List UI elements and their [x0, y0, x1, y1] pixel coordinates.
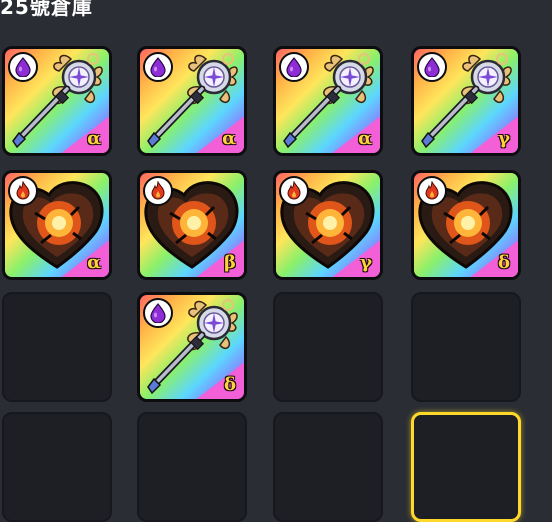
inventory-slot-staff[interactable]: α: [273, 46, 383, 156]
inventory-grid: α α α γ α β γ δ δ: [0, 0, 552, 522]
dark-drop-icon: [143, 298, 173, 328]
inventory-slot-staff[interactable]: γ: [411, 46, 521, 156]
inventory-slot-selected[interactable]: [411, 412, 521, 522]
inventory-slot-staff[interactable]: α: [137, 46, 247, 156]
inventory-slot-empty[interactable]: [2, 412, 112, 522]
dark-drop-icon: [279, 52, 309, 82]
grade-label: γ: [498, 128, 510, 149]
grade-label: α: [87, 252, 101, 273]
fire-icon: [279, 176, 309, 206]
grade-label: δ: [223, 374, 236, 395]
inventory-slot-empty[interactable]: [2, 292, 112, 402]
dark-drop-icon: [417, 52, 447, 82]
dark-drop-icon: [8, 52, 38, 82]
grade-label: α: [358, 128, 372, 149]
fire-icon: [143, 176, 173, 206]
inventory-slot-staff[interactable]: δ: [137, 292, 247, 402]
inventory-slot-empty[interactable]: [411, 292, 521, 402]
grade-label: γ: [360, 252, 372, 273]
inventory-slot-empty[interactable]: [273, 292, 383, 402]
grade-label: α: [222, 128, 236, 149]
inventory-slot-heart[interactable]: α: [2, 170, 112, 280]
grade-label: β: [224, 252, 236, 273]
inventory-slot-heart[interactable]: β: [137, 170, 247, 280]
fire-icon: [417, 176, 447, 206]
fire-icon: [8, 176, 38, 206]
inventory-slot-empty[interactable]: [273, 412, 383, 522]
inventory-slot-heart[interactable]: γ: [273, 170, 383, 280]
grade-label: α: [87, 128, 101, 149]
inventory-slot-heart[interactable]: δ: [411, 170, 521, 280]
inventory-slot-empty[interactable]: [137, 412, 247, 522]
inventory-slot-staff[interactable]: α: [2, 46, 112, 156]
dark-drop-icon: [143, 52, 173, 82]
grade-label: δ: [497, 252, 510, 273]
